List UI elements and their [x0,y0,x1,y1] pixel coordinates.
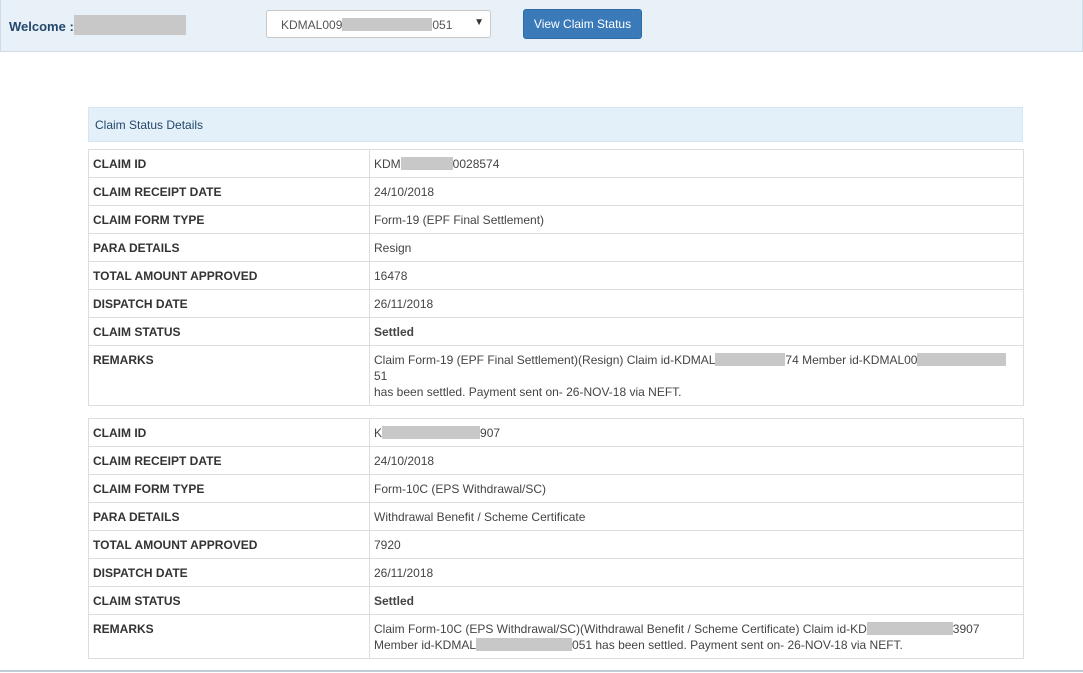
dispatch-date-value: 26/11/2018 [369,558,1024,587]
table-row: REMARKS Claim Form-19 (EPF Final Settlem… [88,345,1024,406]
member-id-select[interactable]: KDMAL009 051 ▼ [266,10,491,38]
welcome-label: Welcome : [9,19,74,34]
remarks-value: Claim Form-19 (EPF Final Settlement)(Res… [369,345,1024,406]
table-row: DISPATCH DATE 26/11/2018 [88,289,1024,318]
receipt-date-label: CLAIM RECEIPT DATE [88,177,370,206]
table-row: CLAIM FORM TYPE Form-10C (EPS Withdrawal… [88,474,1024,503]
amount-label: TOTAL AMOUNT APPROVED [88,530,370,559]
form-type-label: CLAIM FORM TYPE [88,474,370,503]
remarks-value: Claim Form-10C (EPS Withdrawal/SC)(Withd… [369,614,1024,659]
form-type-label: CLAIM FORM TYPE [88,205,370,234]
form-type-value: Form-10C (EPS Withdrawal/SC) [369,474,1024,503]
table-row: CLAIM ID K 907 [88,418,1024,447]
dispatch-date-label: DISPATCH DATE [88,289,370,318]
para-details-label: PARA DETAILS [88,502,370,531]
table-row: CLAIM STATUS Settled [88,586,1024,615]
status-value: Settled [369,317,1024,346]
table-row: CLAIM RECEIPT DATE 24/10/2018 [88,446,1024,475]
claim-id-value: K 907 [369,418,1024,447]
table-row: TOTAL AMOUNT APPROVED 16478 [88,261,1024,290]
claim-id-value: KDM 0028574 [369,149,1024,178]
status-label: CLAIM STATUS [88,586,370,615]
remarks-label: REMARKS [88,614,370,659]
para-details-value: Withdrawal Benefit / Scheme Certificate [369,502,1024,531]
para-details-value: Resign [369,233,1024,262]
dispatch-date-label: DISPATCH DATE [88,558,370,587]
receipt-date-label: CLAIM RECEIPT DATE [88,446,370,475]
table-row: CLAIM RECEIPT DATE 24/10/2018 [88,177,1024,206]
claim-table: CLAIM ID KDM 0028574 CLAIM RECEIPT DATE 2… [88,149,1024,406]
dispatch-date-value: 26/11/2018 [369,289,1024,318]
para-details-label: PARA DETAILS [88,233,370,262]
table-row: PARA DETAILS Resign [88,233,1024,262]
table-row: DISPATCH DATE 26/11/2018 [88,558,1024,587]
receipt-date-value: 24/10/2018 [369,177,1024,206]
redacted-username [74,15,186,35]
claim-id-label: CLAIM ID [88,149,370,178]
table-row: TOTAL AMOUNT APPROVED 7920 [88,530,1024,559]
table-row: CLAIM STATUS Settled [88,317,1024,346]
form-type-value: Form-19 (EPF Final Settlement) [369,205,1024,234]
divider [0,670,1083,672]
status-value: Settled [369,586,1024,615]
table-row: PARA DETAILS Withdrawal Benefit / Scheme… [88,502,1024,531]
claim-table: CLAIM ID K 907 CLAIM RECEIPT DATE 24/10/2… [88,418,1024,659]
table-row: CLAIM FORM TYPE Form-19 (EPF Final Settl… [88,205,1024,234]
top-bar: Welcome : KDMAL009 051 ▼ View Claim Statu… [0,0,1083,52]
amount-label: TOTAL AMOUNT APPROVED [88,261,370,290]
remarks-label: REMARKS [88,345,370,406]
status-label: CLAIM STATUS [88,317,370,346]
chevron-down-icon: ▼ [474,17,484,28]
panel-title: Claim Status Details [88,107,1023,142]
amount-value: 7920 [369,530,1024,559]
table-row: CLAIM ID KDM 0028574 [88,149,1024,178]
amount-value: 16478 [369,261,1024,290]
member-id-value: KDMAL009 051 [281,18,453,32]
view-claim-status-button[interactable]: View Claim Status [523,9,642,39]
receipt-date-value: 24/10/2018 [369,446,1024,475]
claim-id-label: CLAIM ID [88,418,370,447]
table-row: REMARKS Claim Form-10C (EPS Withdrawal/S… [88,614,1024,659]
